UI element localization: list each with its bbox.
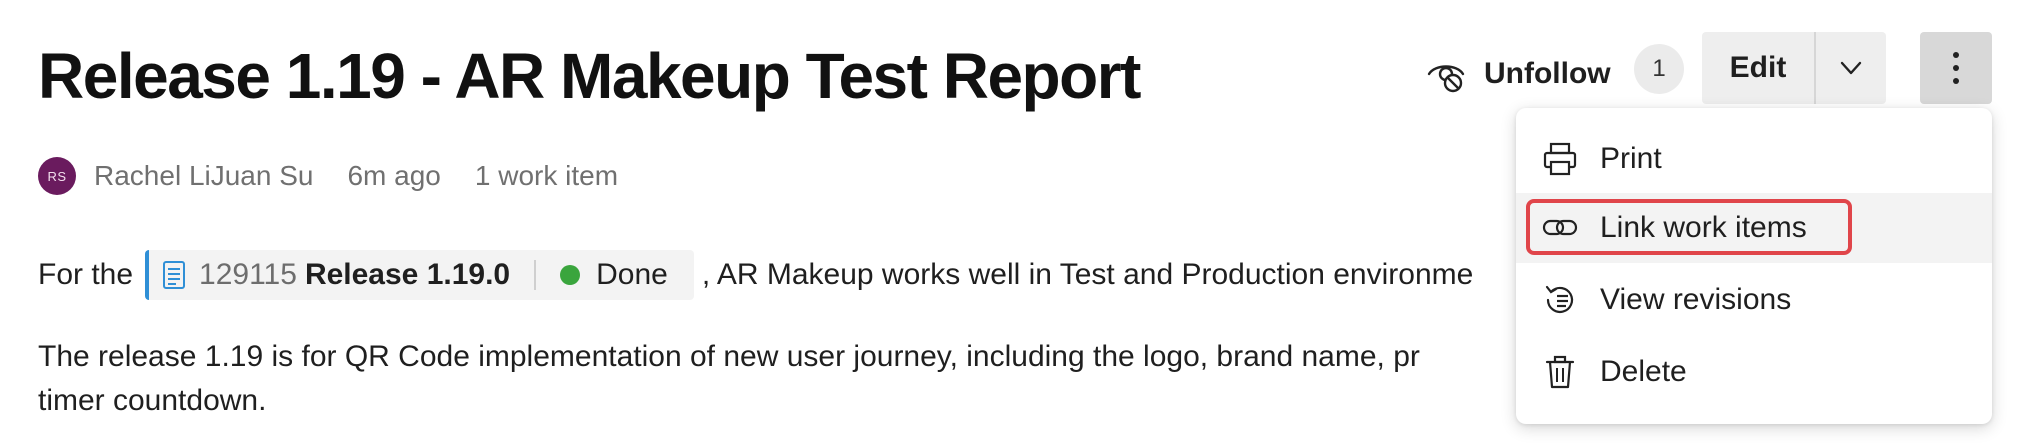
avatar[interactable]: RS <box>38 157 76 195</box>
state-dot <box>560 265 581 285</box>
trash-icon <box>1542 354 1578 390</box>
more-vertical-icon <box>1953 52 1959 84</box>
more-options-menu: Print Link work items View revisions Del… <box>1516 108 1992 424</box>
menu-label-link-work-items: Link work items <box>1600 211 1807 244</box>
menu-item-link-work-items[interactable]: Link work items <box>1516 193 1992 263</box>
work-item-chip[interactable]: 129115 Release 1.19.0 Done <box>145 250 694 300</box>
unfollow-button[interactable]: Unfollow <box>1426 44 1611 104</box>
timestamp: 6m ago <box>347 160 441 191</box>
page-meta: RS Rachel LiJuan Su 6m ago 1 work item <box>38 154 618 198</box>
wiki-page: Release 1.19 - AR Makeup Test Report RS … <box>0 0 2042 446</box>
edit-dropdown-button[interactable] <box>1816 32 1886 104</box>
page-title: Release 1.19 - AR Makeup Test Report <box>38 40 1141 112</box>
history-icon <box>1542 282 1578 318</box>
printer-icon <box>1542 141 1578 177</box>
more-options-button[interactable] <box>1920 32 1992 104</box>
paragraph-1: For the 129115 Release 1.19.0 Done , AR … <box>38 250 1473 300</box>
paragraph-2-line-2: timer countdown. <box>38 384 267 417</box>
edit-button[interactable]: Edit <box>1702 32 1814 104</box>
follow-count-badge: 1 <box>1634 44 1684 94</box>
unfollow-label: Unfollow <box>1484 57 1611 90</box>
chevron-down-icon <box>1840 61 1862 75</box>
work-item-state: Done <box>596 258 668 291</box>
para1-suffix: , AR Makeup works well in Test and Produ… <box>701 258 1474 291</box>
menu-label-view-revisions: View revisions <box>1600 283 1792 316</box>
chip-divider <box>534 260 537 290</box>
unfollow-eye-icon <box>1426 54 1466 94</box>
para1-prefix: For the <box>38 258 134 291</box>
edit-button-group: Edit <box>1702 32 1886 104</box>
work-item-icon <box>163 261 186 289</box>
menu-item-delete[interactable]: Delete <box>1516 337 1992 407</box>
work-item-name: Release 1.19.0 <box>304 258 511 291</box>
link-icon <box>1542 210 1578 246</box>
author-name[interactable]: Rachel LiJuan Su <box>94 160 313 192</box>
paragraph-2-line-1: The release 1.19 is for QR Code implemen… <box>38 340 1420 373</box>
menu-label-delete: Delete <box>1600 355 1687 388</box>
work-item-id: 129115 <box>199 258 297 291</box>
menu-item-view-revisions[interactable]: View revisions <box>1516 265 1992 335</box>
work-items-count[interactable]: 1 work item <box>475 160 618 192</box>
menu-item-print[interactable]: Print <box>1516 124 1992 194</box>
menu-label-print: Print <box>1600 142 1662 175</box>
